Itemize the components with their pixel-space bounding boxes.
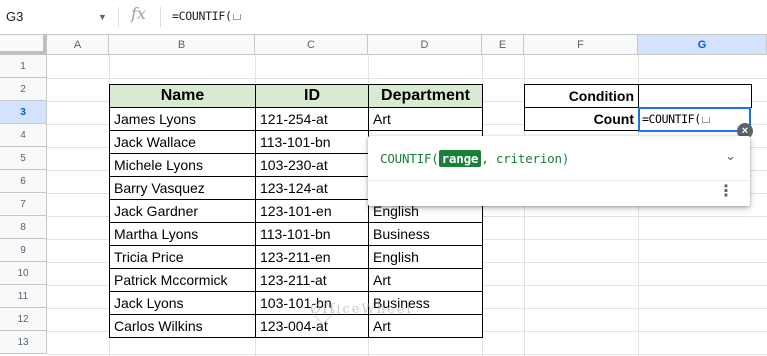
space-marker-icon [701,117,710,123]
table-cell[interactable]: 123-004-at [255,314,369,338]
space-marker-icon [232,14,241,20]
row-header-7[interactable]: 7 [0,193,47,216]
active-cell-g3[interactable]: =COUNTIF( [638,107,751,132]
column-header-c[interactable]: C [255,35,368,55]
table-cell[interactable]: Patrick Mccormick [109,268,256,292]
table-cell[interactable]: Jack Gardner [109,199,256,223]
table-cell[interactable]: Jack Wallace [109,130,256,154]
divider [160,7,161,27]
row-header-1[interactable]: 1 [0,55,47,78]
remaining-arguments: , criterion) [481,151,570,166]
table-cell[interactable]: 123-101-en [255,199,369,223]
name-box[interactable]: G3 [0,6,106,28]
table-cell[interactable]: Business [368,222,483,246]
row-header-12[interactable]: 12 [0,308,47,331]
table-cell[interactable]: 113-101-bn [255,130,369,154]
name-box-dropdown-icon[interactable]: ▼ [98,6,107,28]
formula-bar: G3 ▼ fx =COUNTIF( [0,0,767,35]
table-cell[interactable]: 103-230-at [255,153,369,177]
more-options-icon[interactable]: ⋮ [718,183,734,201]
row-header-6[interactable]: 6 [0,170,47,193]
row-header-11[interactable]: 11 [0,285,47,308]
table-cell[interactable]: Art [368,107,483,131]
table-cell[interactable]: Art [368,268,483,292]
column-header-f[interactable]: F [524,35,638,55]
chevron-down-icon[interactable]: ⌄ [725,148,736,164]
function-name: COUNTIF( [380,151,439,166]
condition-cell[interactable] [638,84,752,108]
table-cell[interactable]: Carlos Wilkins [109,314,256,338]
column-header-b[interactable]: B [109,35,255,55]
table-header-cell[interactable]: ID [255,84,369,108]
column-header-e[interactable]: E [482,35,524,55]
table-cell[interactable]: 123-211-en [255,245,369,269]
row-header-3[interactable]: 3 [0,101,47,124]
table-cell[interactable]: Martha Lyons [109,222,256,246]
table-cell[interactable]: 121-254-at [255,107,369,131]
table-cell[interactable]: James Lyons [109,107,256,131]
grid-line [47,78,767,79]
row-header-2[interactable]: 2 [0,78,47,101]
formula-help-popup: COUNTIF(range, criterion) ⌄ ⋮ [368,136,750,206]
table-cell[interactable]: Tricia Price [109,245,256,269]
column-header-g[interactable]: G [638,35,767,55]
table-cell[interactable]: Art [368,314,483,338]
row-header-10[interactable]: 10 [0,262,47,285]
table-cell[interactable]: Jack Lyons [109,291,256,315]
column-header-d[interactable]: D [368,35,482,55]
row-header-13[interactable]: 13 [0,331,47,354]
formula-input[interactable]: =COUNTIF( [172,9,241,23]
divider [368,180,750,181]
row-header-5[interactable]: 5 [0,147,47,170]
grid-line [47,354,767,355]
row-header-4[interactable]: 4 [0,124,47,147]
table-header-cell[interactable]: Department [368,84,483,108]
active-argument: range [438,150,482,167]
fx-icon: fx [131,4,146,23]
row-header-9[interactable]: 9 [0,239,47,262]
active-cell-text: =COUNTIF( [642,112,701,126]
table-cell[interactable]: English [368,245,483,269]
condition-label[interactable]: Condition [524,84,639,108]
function-signature: COUNTIF(range, criterion) [380,150,569,167]
row-header-8[interactable]: 8 [0,216,47,239]
select-all-corner[interactable] [0,35,47,55]
table-cell[interactable]: 113-101-bn [255,222,369,246]
column-header-a[interactable]: A [47,35,109,55]
divider [118,7,119,27]
formula-text: =COUNTIF( [172,9,232,23]
table-cell[interactable]: 123-211-at [255,268,369,292]
count-label[interactable]: Count [524,107,639,131]
table-header-cell[interactable]: Name [109,84,256,108]
watermark: OfficeWheel [310,302,413,317]
table-cell[interactable]: Barry Vasquez [109,176,256,200]
table-cell[interactable]: 123-124-at [255,176,369,200]
table-cell[interactable]: Michele Lyons [109,153,256,177]
